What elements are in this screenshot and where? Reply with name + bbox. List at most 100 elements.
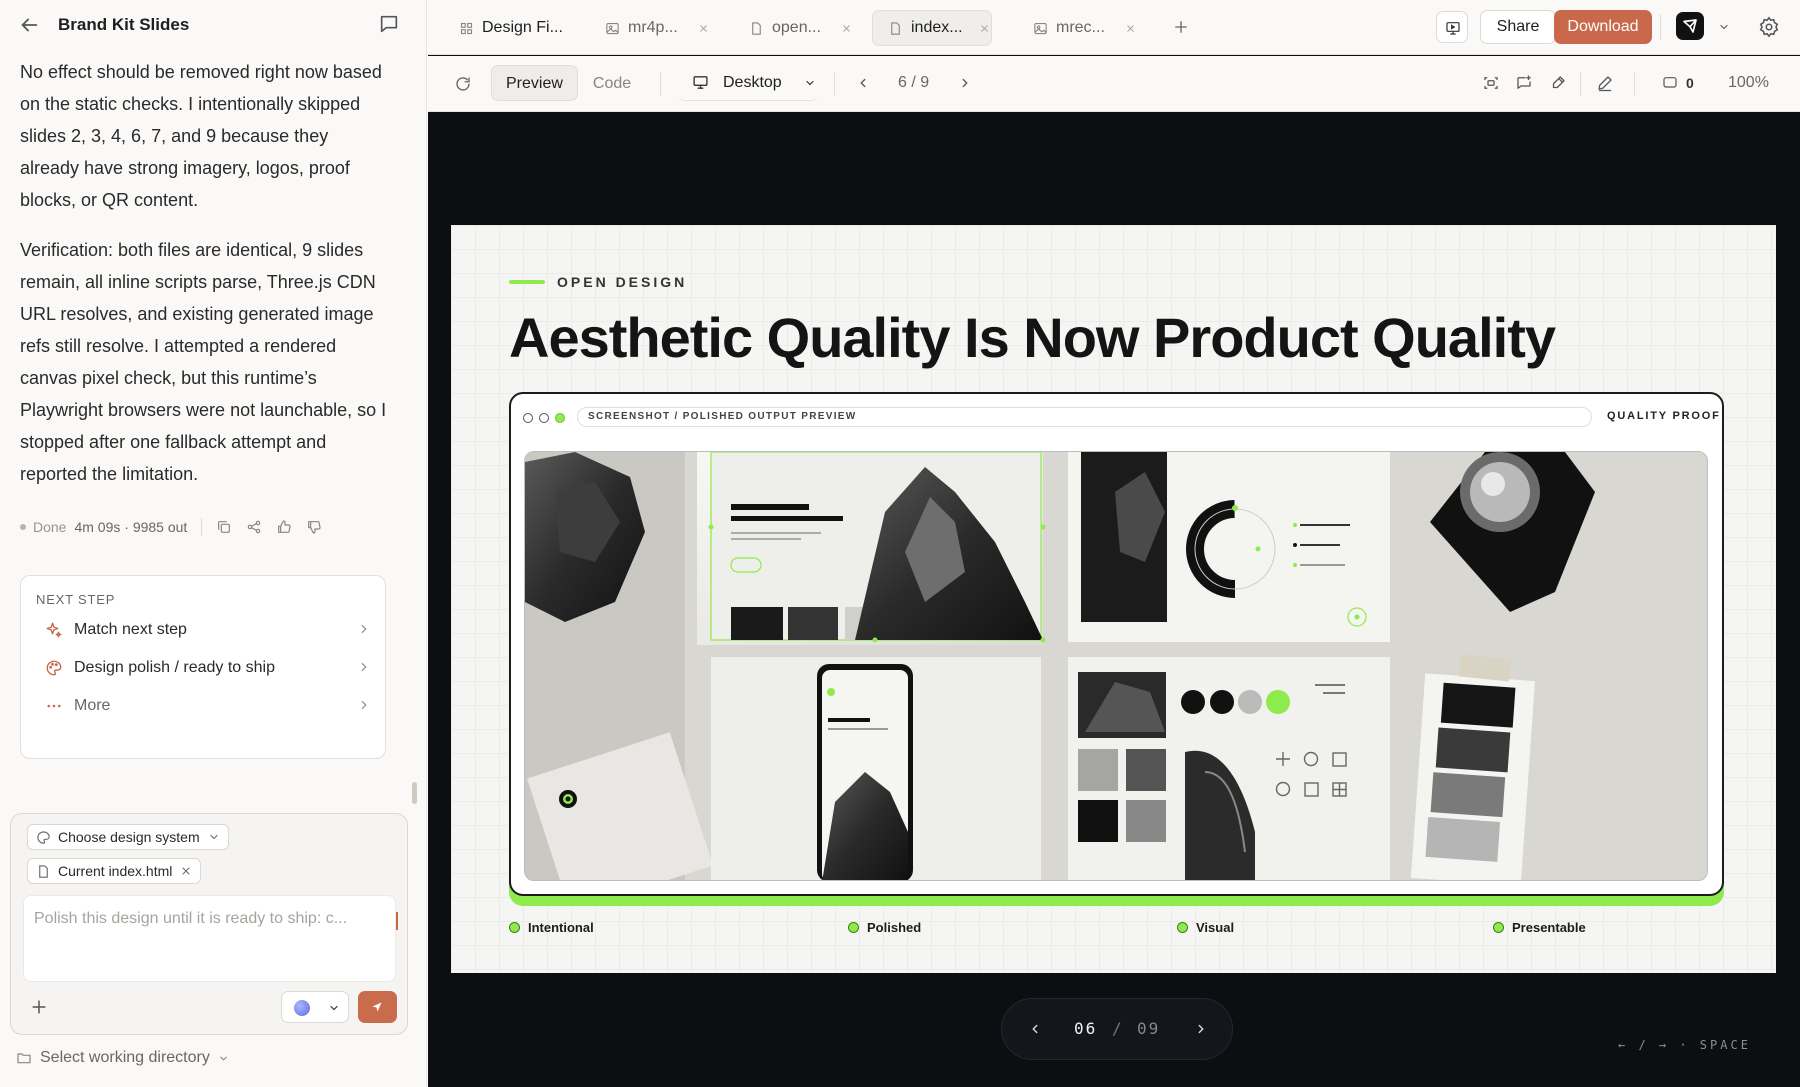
- frame-url-bar: SCREENSHOT / POLISHED OUTPUT PREVIEW: [577, 407, 1592, 427]
- screenshot-icon[interactable]: [1482, 74, 1500, 92]
- chat-bubble-icon[interactable]: [378, 13, 400, 35]
- assistant-message: Verification: both files are identical, …: [20, 240, 387, 484]
- device-label: Desktop: [723, 73, 782, 91]
- tab-label: index...: [911, 19, 963, 36]
- divider: [660, 72, 661, 96]
- close-icon[interactable]: [698, 23, 709, 34]
- next-page-icon[interactable]: [958, 76, 972, 90]
- palette-icon: [46, 660, 62, 676]
- pencil-icon[interactable]: [1596, 74, 1614, 92]
- chevron-down-icon: [210, 834, 218, 840]
- preview-toolbar: Preview Code Desktop 6 / 9 0 100%: [428, 56, 1800, 112]
- gear-icon[interactable]: [1758, 16, 1780, 38]
- attached-file-label: Current index.html: [58, 863, 173, 879]
- slide-kicker: OPEN DESIGN: [509, 274, 687, 290]
- feature-dot-icon: [509, 922, 520, 933]
- next-step-polish[interactable]: Design polish / ready to ship: [21, 649, 387, 687]
- preview-area: Design Fi... mr4p... open... index... mr…: [428, 0, 1800, 1087]
- chat-header: Brand Kit Slides: [0, 0, 427, 50]
- feature-label: Polished: [867, 920, 922, 935]
- design-system-label: Choose design system: [58, 829, 200, 845]
- next-step-card: NEXT STEP Match next step Design polish …: [20, 575, 386, 759]
- grid-icon: [460, 22, 473, 34]
- next-step-label-text: Design polish / ready to ship: [74, 659, 275, 676]
- text-caret: [396, 912, 398, 930]
- share-button[interactable]: Share: [1480, 10, 1556, 44]
- close-icon[interactable]: [1125, 23, 1136, 34]
- keyboard-hint: ← / → · SPACE: [1618, 1038, 1751, 1052]
- current-slide-number: 06: [1074, 1019, 1098, 1038]
- design-system-picker[interactable]: Choose design system: [27, 824, 229, 850]
- thumbs-up-icon[interactable]: [276, 519, 292, 535]
- comment-icon: [1663, 77, 1677, 88]
- share-icon[interactable]: [246, 519, 262, 535]
- tab-file-open[interactable]: open...: [749, 10, 852, 46]
- file-icon: [891, 21, 900, 35]
- previous-slide-icon[interactable]: [1028, 1022, 1042, 1036]
- next-step-more[interactable]: More: [21, 687, 387, 725]
- copy-icon[interactable]: [216, 519, 232, 535]
- preview-tab-button[interactable]: Preview: [491, 65, 578, 101]
- add-tab-icon[interactable]: [1172, 18, 1190, 36]
- tab-image-mrec[interactable]: mrec...: [1033, 10, 1136, 46]
- close-icon[interactable]: [180, 865, 192, 877]
- present-button[interactable]: [1436, 11, 1468, 43]
- send-button[interactable]: [358, 991, 397, 1023]
- chevron-down-icon[interactable]: [1718, 21, 1730, 33]
- window-dot-icon: [555, 413, 565, 423]
- model-picker[interactable]: [281, 991, 349, 1023]
- next-step-match[interactable]: Match next step: [21, 611, 387, 649]
- tab-design-files[interactable]: Design Fi...: [459, 10, 563, 46]
- divider: [1634, 72, 1635, 96]
- divider: [201, 518, 203, 536]
- chevron-down-icon: [220, 1056, 227, 1061]
- close-icon[interactable]: [841, 23, 852, 34]
- kicker-accent-bar: [509, 280, 545, 284]
- attached-file-chip[interactable]: Current index.html: [27, 858, 202, 884]
- comment-counter[interactable]: 0: [1662, 74, 1694, 92]
- refresh-icon[interactable]: [454, 75, 472, 93]
- comment-add-icon[interactable]: [1515, 74, 1533, 92]
- feature-label: Visual: [1196, 920, 1235, 935]
- slide-pager: 06 / 09: [1001, 998, 1233, 1060]
- previous-page-icon[interactable]: [856, 76, 870, 90]
- tab-label: open...: [772, 19, 821, 36]
- chevron-right-icon: [361, 700, 367, 710]
- pen-tool-icon[interactable]: [1549, 74, 1567, 92]
- browser-frame-bar: SCREENSHOT / POLISHED OUTPUT PREVIEW QUA…: [511, 394, 1722, 440]
- zoom-level[interactable]: 100%: [1728, 74, 1769, 92]
- browser-frame: SCREENSHOT / POLISHED OUTPUT PREVIEW QUA…: [509, 392, 1724, 896]
- close-icon[interactable]: [979, 23, 990, 34]
- tab-file-index[interactable]: index...: [872, 10, 992, 46]
- device-selector[interactable]: Desktop: [678, 65, 818, 101]
- plus-icon[interactable]: [29, 997, 49, 1017]
- working-directory-picker[interactable]: Select working directory: [16, 1047, 229, 1069]
- tab-image-mr4p[interactable]: mr4p...: [605, 10, 709, 46]
- run-stats: 4m 09s · 9985 out: [74, 519, 188, 535]
- prompt-input-box[interactable]: [23, 895, 398, 982]
- desktop-icon: [693, 76, 708, 89]
- slide-headline: Aesthetic Quality Is Now Product Quality: [509, 306, 1556, 369]
- divider: [834, 72, 835, 96]
- ellipsis-icon: [47, 704, 61, 708]
- code-tab-button[interactable]: Code: [578, 65, 646, 101]
- prompt-input[interactable]: [34, 910, 374, 928]
- folder-icon: [17, 1053, 31, 1064]
- scrollbar-thumb[interactable]: [412, 782, 417, 804]
- feature-label: Intentional: [528, 920, 594, 935]
- download-button[interactable]: Download: [1554, 10, 1652, 44]
- window-dot-icon: [523, 413, 533, 423]
- next-slide-icon[interactable]: [1194, 1022, 1208, 1036]
- image-icon: [606, 22, 619, 34]
- feature-visual: Visual: [1177, 920, 1234, 935]
- app-logo[interactable]: [1676, 12, 1704, 40]
- next-step-label-text: More: [74, 697, 111, 714]
- divider: [1660, 14, 1661, 40]
- feature-presentable: Presentable: [1493, 920, 1586, 935]
- thumbs-down-icon[interactable]: [306, 519, 322, 535]
- slide-kicker-text: OPEN DESIGN: [557, 274, 688, 290]
- back-arrow-icon[interactable]: [18, 14, 40, 36]
- monitor-play-icon: [1446, 22, 1460, 35]
- feature-dot-icon: [1493, 922, 1504, 933]
- sparkle-icon: [46, 622, 62, 638]
